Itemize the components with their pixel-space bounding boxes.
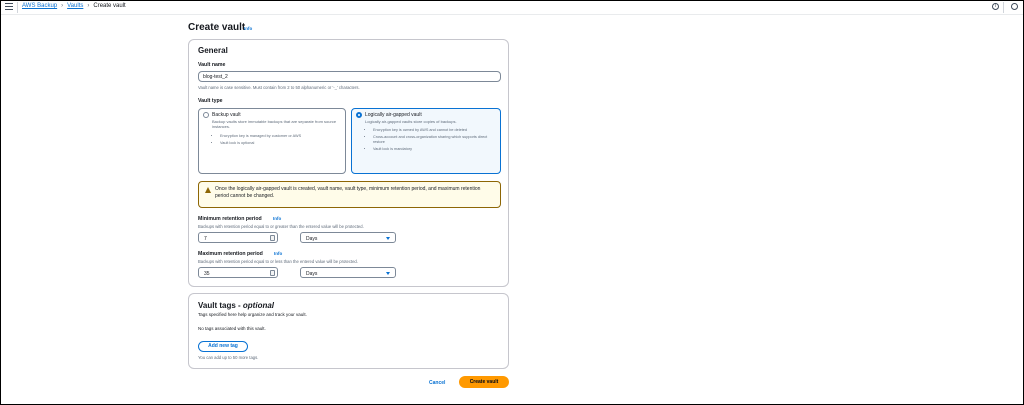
radio-airgapped-vault[interactable]	[356, 112, 362, 118]
vault-name-hint: Vault name is case sensitive. Must conta…	[198, 85, 360, 90]
max-retention-value: 35	[204, 270, 210, 277]
tags-empty-text: No tags associated with this vault.	[198, 326, 266, 331]
max-retention-input[interactable]: 35	[198, 267, 278, 278]
caret-down-icon	[386, 236, 390, 240]
tile-bullets: Encryption key is owned by AWS and canno…	[367, 128, 498, 154]
info-link[interactable]: Info	[244, 26, 252, 31]
page-title: Create vault Info	[188, 22, 252, 33]
min-retention-hint: Backups with retention period equal to o…	[198, 224, 364, 229]
min-retention-unit: Days	[306, 235, 318, 242]
add-new-tag-button[interactable]: Add new tag	[198, 341, 248, 352]
bullet-item: Vault lock is mandatory	[373, 147, 498, 152]
warning-alert: Once the logically air-gapped vault is c…	[198, 181, 501, 208]
page-title-text: Create vault	[188, 22, 246, 33]
min-retention-input[interactable]: 7	[198, 232, 278, 243]
settings-circle-icon[interactable]	[1011, 3, 1018, 10]
tile-title: Backup vault	[212, 112, 241, 118]
create-vault-button[interactable]: Create vault	[459, 376, 509, 388]
vault-name-label: Vault name	[198, 62, 226, 68]
tile-bullets: Encryption key is managed by customer or…	[214, 134, 345, 148]
vault-name-input[interactable]: blog-test_2	[198, 71, 501, 82]
breadcrumb-aws-backup[interactable]: AWS Backup	[22, 3, 57, 9]
divider	[1003, 2, 1004, 13]
general-container: General Vault name blog-test_2 Vault nam…	[188, 39, 509, 287]
stepper-icon[interactable]	[270, 270, 275, 276]
min-retention-label: Minimum retention period	[198, 216, 262, 222]
tile-title: Logically air-gapped vault	[365, 112, 422, 118]
vault-type-airgapped-tile[interactable]: Logically air-gapped vault Logically air…	[351, 108, 501, 174]
tile-description: Logically air-gapped vaults store copies…	[365, 119, 457, 124]
vault-tags-container: Vault tags - optional Tags specified her…	[188, 293, 509, 369]
breadcrumb: AWS Backup › Vaults › Create vault	[22, 3, 126, 9]
bullet-item: Vault lock is optional	[220, 141, 345, 146]
max-retention-hint: Backups with retention period equal to o…	[198, 259, 358, 264]
cancel-button[interactable]: Cancel	[429, 380, 445, 386]
caret-down-icon	[386, 271, 390, 275]
info-circle-icon[interactable]: i	[992, 3, 999, 10]
window-frame	[0, 0, 1024, 405]
max-retention-unit: Days	[306, 270, 318, 277]
vault-tags-heading: Vault tags - optional	[198, 301, 274, 310]
tags-limit-text: You can add up to 50 more tags.	[198, 355, 259, 360]
chevron-right-icon: ›	[87, 3, 90, 9]
tags-description: Tags specified here help organize and tr…	[198, 312, 307, 317]
vault-type-label: Vault type	[198, 98, 223, 104]
top-bar: AWS Backup › Vaults › Create vault i	[0, 0, 1024, 15]
optional-text: optional	[242, 301, 275, 310]
divider	[17, 2, 18, 13]
breadcrumb-vaults[interactable]: Vaults	[67, 3, 83, 9]
max-retention-info-link[interactable]: Info	[274, 251, 282, 256]
bullet-item: Encryption key is owned by AWS and canno…	[373, 128, 498, 133]
vault-type-backup-tile[interactable]: Backup vault Backup vaults store immutab…	[198, 108, 346, 174]
general-heading: General	[198, 46, 228, 55]
menu-icon[interactable]	[5, 3, 13, 11]
alert-text: Once the logically air-gapped vault is c…	[215, 186, 481, 199]
max-retention-unit-select[interactable]: Days	[300, 267, 396, 278]
breadcrumb-current: Create vault	[93, 3, 126, 9]
min-retention-info-link[interactable]: Info	[273, 216, 281, 221]
tile-description: Backup vaults store immutable backups th…	[212, 119, 337, 129]
bullet-item: Encryption key is managed by customer or…	[220, 134, 345, 139]
stepper-icon[interactable]	[270, 235, 275, 241]
bullet-item: Cross-account and cross-organization sha…	[373, 135, 498, 145]
vault-tags-heading-text: Vault tags -	[198, 301, 243, 310]
max-retention-label: Maximum retention period	[198, 251, 263, 257]
min-retention-unit-select[interactable]: Days	[300, 232, 396, 243]
radio-backup-vault[interactable]	[203, 112, 209, 118]
chevron-right-icon: ›	[61, 3, 64, 9]
min-retention-value: 7	[204, 235, 207, 242]
warning-icon	[205, 187, 211, 193]
